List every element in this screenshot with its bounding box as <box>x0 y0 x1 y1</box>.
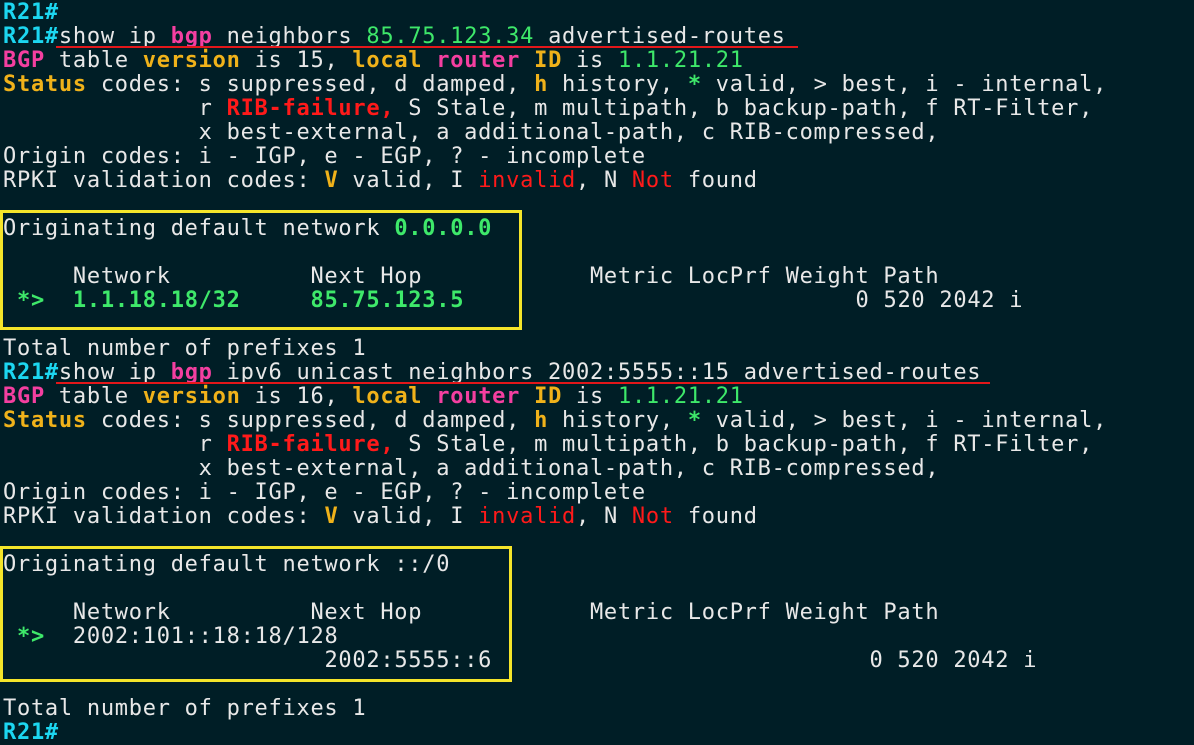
prompt-line: R21# <box>3 720 59 745</box>
terminal-window[interactable]: { "prompt": "R21#", "block1": { "cmd": "… <box>0 0 1194 745</box>
rpki-codes-line: RPKI validation codes: V valid, I invali… <box>3 168 758 193</box>
status-codes-line-3: x best-external, a additional-path, c RI… <box>3 456 940 481</box>
status-codes-line: Status codes: s suppressed, d damped, h … <box>3 408 1108 433</box>
bgp-table-version-line: BGP table version is 15, local router ID… <box>3 48 744 73</box>
yellow-highlight-box <box>0 210 522 330</box>
total-prefixes-line: Total number of prefixes 1 <box>3 696 367 721</box>
rpki-codes-line: RPKI validation codes: V valid, I invali… <box>3 504 758 529</box>
red-underline-annotation <box>56 382 990 384</box>
red-underline-annotation <box>56 46 798 48</box>
prompt-line: R21# <box>3 0 59 25</box>
status-codes-line-3: x best-external, a additional-path, c RI… <box>3 120 940 145</box>
yellow-highlight-box <box>0 546 512 682</box>
total-prefixes-line: Total number of prefixes 1 <box>3 336 367 361</box>
status-codes-line-2: r RIB-failure, S Stale, m multipath, b b… <box>3 432 1094 457</box>
bgp-table-version-line: BGP table version is 16, local router ID… <box>3 384 744 409</box>
status-codes-line-2: r RIB-failure, S Stale, m multipath, b b… <box>3 96 1094 121</box>
origin-codes-line: Origin codes: i - IGP, e - EGP, ? - inco… <box>3 144 646 169</box>
origin-codes-line: Origin codes: i - IGP, e - EGP, ? - inco… <box>3 480 646 505</box>
status-codes-line: Status codes: s suppressed, d damped, h … <box>3 72 1108 97</box>
